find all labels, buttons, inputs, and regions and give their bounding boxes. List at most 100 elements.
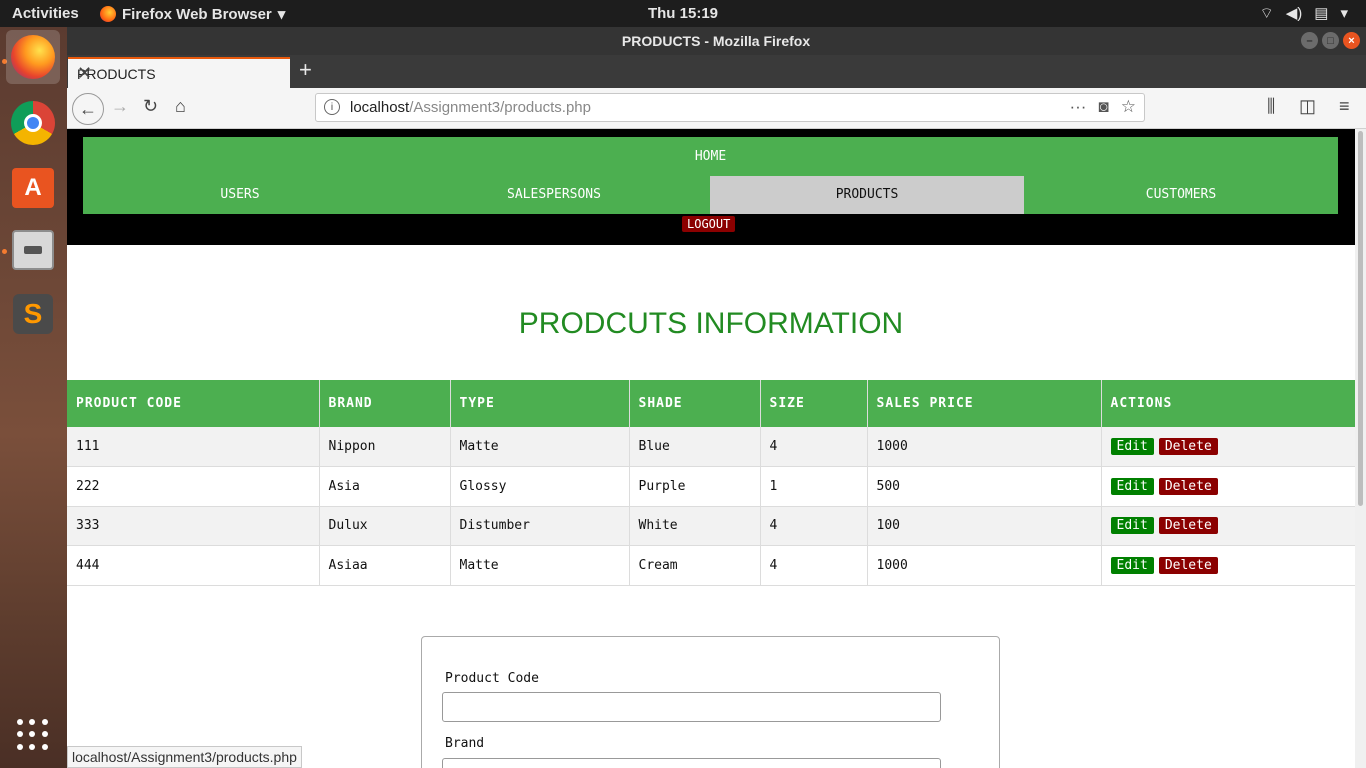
- brand-input[interactable]: [442, 758, 941, 768]
- cell-size: 4: [760, 506, 868, 546]
- cell-shade: White: [629, 506, 761, 546]
- cell-actions: Edit Delete: [1101, 545, 1355, 586]
- cell-product-code: 444: [67, 545, 320, 586]
- gnome-top-bar: Activities Firefox Web Browser ▾ Thu 15:…: [0, 0, 1366, 27]
- cell-shade: Cream: [629, 545, 761, 586]
- url-text[interactable]: localhost/Assignment3/products.php: [350, 99, 591, 116]
- minimize-button[interactable]: –: [1301, 32, 1318, 49]
- cell-type: Distumber: [450, 506, 630, 546]
- library-icon[interactable]: ⫼: [1267, 96, 1275, 117]
- cell-sales-price: 500: [867, 466, 1102, 507]
- site-info-icon[interactable]: i: [324, 99, 340, 115]
- dock-show-apps[interactable]: [6, 708, 60, 762]
- nav-users-link[interactable]: USERS: [83, 176, 397, 214]
- software-center-icon: A: [12, 168, 54, 208]
- edit-button[interactable]: Edit: [1110, 477, 1154, 495]
- delete-button[interactable]: Delete: [1158, 556, 1218, 574]
- nav-home-link[interactable]: HOME: [83, 137, 1338, 176]
- cell-brand: Asia: [319, 466, 451, 507]
- tab-bar: PRODUCTS ✕ +: [67, 55, 1366, 88]
- app-grid-icon: [17, 719, 49, 751]
- reload-button[interactable]: ↻: [143, 96, 158, 117]
- dock-files[interactable]: [6, 223, 60, 277]
- table-row: 444 Asiaa Matte Cream 4 1000 Edit Delete: [67, 545, 1355, 586]
- home-button[interactable]: ⌂: [175, 96, 186, 117]
- volume-icon: ◀): [1285, 5, 1303, 22]
- nav-salespersons-link[interactable]: SALESPERSONS: [397, 176, 711, 214]
- delete-button[interactable]: Delete: [1158, 517, 1218, 535]
- back-button[interactable]: ←: [72, 93, 104, 125]
- site-nav: HOME USERS SALESPERSONS PRODUCTS CUSTOME…: [83, 137, 1338, 214]
- cell-size: 4: [760, 545, 868, 586]
- product-code-input[interactable]: [442, 692, 941, 722]
- cell-sales-price: 1000: [867, 545, 1102, 586]
- table-row: 111 Nippon Matte Blue 4 1000 Edit Delete: [67, 427, 1355, 467]
- chevron-down-icon: ▾: [277, 6, 286, 23]
- edit-button[interactable]: Edit: [1110, 556, 1154, 574]
- cell-type: Glossy: [450, 466, 630, 507]
- dock: A S: [0, 27, 67, 768]
- close-window-button[interactable]: ×: [1343, 32, 1360, 49]
- dock-sublime[interactable]: S: [6, 287, 60, 341]
- column-header: SHADE: [629, 380, 761, 427]
- cell-actions: Edit Delete: [1101, 427, 1355, 467]
- app-menu-label: Firefox Web Browser: [122, 5, 272, 23]
- clock[interactable]: Thu 15:19: [648, 5, 718, 22]
- dock-software-center[interactable]: A: [6, 161, 60, 215]
- cell-actions: Edit Delete: [1101, 466, 1355, 507]
- column-header: SIZE: [760, 380, 868, 427]
- page-actions-icon[interactable]: ···: [1069, 97, 1086, 117]
- chevron-down-icon: ▾: [1340, 5, 1348, 22]
- brand-label: Brand: [445, 736, 485, 751]
- new-tab-button[interactable]: +: [299, 57, 312, 83]
- column-header: TYPE: [450, 380, 630, 427]
- forward-button[interactable]: →: [111, 96, 129, 117]
- dock-firefox[interactable]: [6, 30, 60, 84]
- tab-products[interactable]: PRODUCTS ✕: [68, 57, 290, 88]
- nav-customers-link[interactable]: CUSTOMERS: [1024, 176, 1338, 214]
- edit-button[interactable]: Edit: [1110, 517, 1154, 535]
- edit-button[interactable]: Edit: [1110, 438, 1154, 455]
- window-title: PRODUCTS - Mozilla Firefox: [621, 33, 811, 49]
- navigation-toolbar: ← → ↻ ⌂ i localhost/Assignment3/products…: [67, 88, 1366, 129]
- cell-sales-price: 1000: [867, 427, 1102, 467]
- logout-button[interactable]: LOGOUT: [682, 216, 736, 232]
- system-tray[interactable]: ⌔ ◀) ▤ ▾: [1260, 4, 1348, 23]
- hamburger-menu-icon[interactable]: ≡: [1339, 96, 1350, 117]
- product-code-label: Product Code: [445, 671, 539, 686]
- cell-shade: Purple: [629, 466, 761, 507]
- cell-sales-price: 100: [867, 506, 1102, 546]
- close-tab-icon[interactable]: ✕: [77, 63, 280, 84]
- cell-brand: Dulux: [319, 506, 451, 546]
- firefox-small-icon: [100, 6, 116, 22]
- product-form: Product Code Brand: [421, 636, 1000, 768]
- dock-chrome[interactable]: [6, 96, 60, 150]
- cell-product-code: 111: [67, 427, 320, 467]
- page-title: PRODCUTS INFORMATION: [518, 307, 904, 340]
- firefox-icon: [11, 35, 55, 79]
- cell-product-code: 222: [67, 466, 320, 507]
- activities-button[interactable]: Activities: [12, 5, 79, 22]
- maximize-button[interactable]: □: [1322, 32, 1339, 49]
- url-bar[interactable]: i localhost/Assignment3/products.php ···…: [315, 93, 1145, 122]
- sidebar-icon[interactable]: ◫: [1299, 96, 1316, 117]
- delete-button[interactable]: Delete: [1158, 438, 1218, 455]
- products-table: PRODUCT CODE BRAND TYPE SHADE SIZE SALES…: [67, 380, 1355, 586]
- delete-button[interactable]: Delete: [1158, 477, 1218, 495]
- nav-products-link[interactable]: PRODUCTS: [710, 176, 1024, 214]
- table-header-row: PRODUCT CODE BRAND TYPE SHADE SIZE SALES…: [67, 380, 1355, 427]
- window-titlebar: PRODUCTS - Mozilla Firefox – □ ×: [67, 27, 1366, 55]
- sublime-text-icon: S: [13, 294, 53, 334]
- app-menu[interactable]: Firefox Web Browser ▾: [100, 5, 285, 23]
- bookmark-star-icon[interactable]: ☆: [1121, 97, 1136, 117]
- site-header: HOME USERS SALESPERSONS PRODUCTS CUSTOME…: [67, 129, 1355, 245]
- scrollbar-thumb[interactable]: [1358, 131, 1363, 506]
- cell-brand: Asiaa: [319, 545, 451, 586]
- table-row: 333 Dulux Distumber White 4 100 Edit Dele…: [67, 506, 1355, 546]
- cell-size: 4: [760, 427, 868, 467]
- pocket-icon[interactable]: ◙: [1098, 97, 1108, 117]
- page-scrollbar[interactable]: [1355, 129, 1366, 768]
- files-icon: [12, 230, 54, 270]
- battery-icon: ▤: [1314, 5, 1329, 22]
- column-header: SALES PRICE: [867, 380, 1102, 427]
